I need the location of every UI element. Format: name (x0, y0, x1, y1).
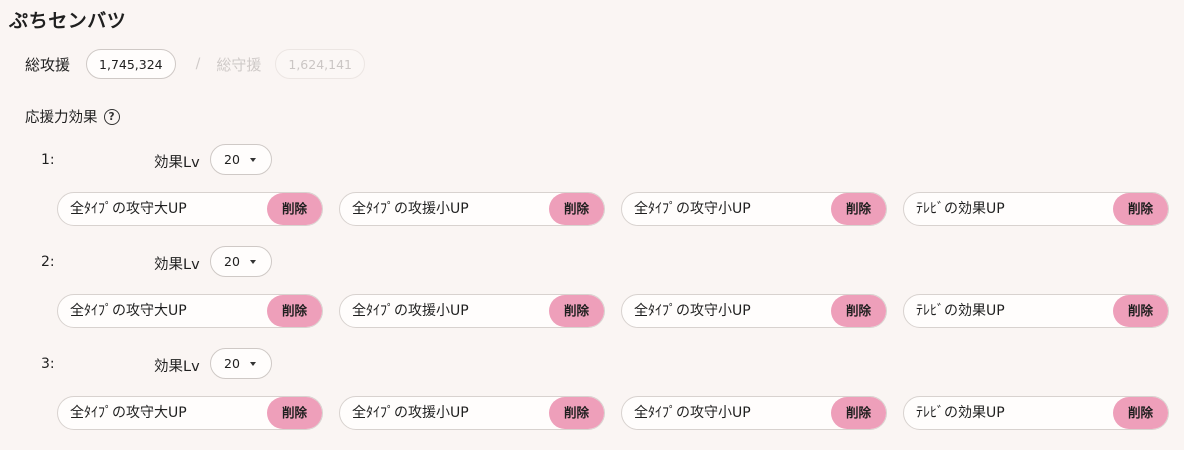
total-attack-label: 総攻援 (25, 55, 71, 74)
effect-name: 全ﾀｲﾌﾟの攻援小UP (352, 405, 469, 421)
delete-button[interactable]: 削除 (549, 193, 604, 225)
delete-button[interactable]: 削除 (267, 193, 322, 225)
totals-row: 総攻援 1,745,324 / 総守援 1,624,141 (25, 48, 365, 80)
total-attack-value: 1,745,324 (86, 49, 176, 79)
group-number: 3: (41, 356, 55, 372)
effect-item: 全ﾀｲﾌﾟの攻援小UP 削除 (339, 192, 605, 226)
delete-button[interactable]: 削除 (1113, 193, 1168, 225)
effect-lv-label: 効果Lv (154, 359, 200, 375)
effect-lv-select[interactable]: 20 (210, 144, 272, 175)
caret-down-icon (250, 260, 256, 264)
effect-item: 全ﾀｲﾌﾟの攻守小UP 削除 (621, 192, 887, 226)
effect-name: 全ﾀｲﾌﾟの攻守小UP (634, 405, 751, 421)
effect-name: 全ﾀｲﾌﾟの攻援小UP (352, 201, 469, 217)
support-effect-heading: 応援力効果 ? (25, 106, 120, 127)
effect-name: ﾃﾚﾋﾞの効果UP (916, 303, 1005, 319)
delete-button[interactable]: 削除 (1113, 397, 1168, 429)
effect-lv-label: 効果Lv (154, 155, 200, 171)
effect-item: 全ﾀｲﾌﾟの攻援小UP 削除 (339, 396, 605, 430)
effect-name: 全ﾀｲﾌﾟの攻守大UP (70, 201, 187, 217)
effect-name: ﾃﾚﾋﾞの効果UP (916, 201, 1005, 217)
effect-lv-value: 20 (224, 152, 240, 167)
effect-item: 全ﾀｲﾌﾟの攻守大UP 削除 (57, 294, 323, 328)
effect-name: 全ﾀｲﾌﾟの攻守小UP (634, 201, 751, 217)
effect-lv-value: 20 (224, 254, 240, 269)
effect-item: ﾃﾚﾋﾞの効果UP 削除 (903, 294, 1169, 328)
delete-button[interactable]: 削除 (549, 295, 604, 327)
delete-button[interactable]: 削除 (267, 295, 322, 327)
effect-item: 全ﾀｲﾌﾟの攻援小UP 削除 (339, 294, 605, 328)
effect-name: 全ﾀｲﾌﾟの攻援小UP (352, 303, 469, 319)
total-defense-value: 1,624,141 (275, 49, 365, 79)
effect-lv-select[interactable]: 20 (210, 348, 272, 379)
effect-item: 全ﾀｲﾌﾟの攻守小UP 削除 (621, 294, 887, 328)
group-number: 2: (41, 254, 55, 270)
effect-item: 全ﾀｲﾌﾟの攻守小UP 削除 (621, 396, 887, 430)
effect-lv-label: 効果Lv (154, 257, 200, 273)
effect-name: 全ﾀｲﾌﾟの攻守大UP (70, 303, 187, 319)
delete-button[interactable]: 削除 (831, 295, 886, 327)
help-circle-icon[interactable]: ? (103, 108, 120, 125)
caret-down-icon (250, 158, 256, 162)
total-defense-label: 総守援 (216, 55, 262, 74)
effect-item: ﾃﾚﾋﾞの効果UP 削除 (903, 192, 1169, 226)
effect-lv-value: 20 (224, 356, 240, 371)
effect-item: ﾃﾚﾋﾞの効果UP 削除 (903, 396, 1169, 430)
effect-item: 全ﾀｲﾌﾟの攻守大UP 削除 (57, 192, 323, 226)
effect-name: 全ﾀｲﾌﾟの攻守小UP (634, 303, 751, 319)
effect-name: 全ﾀｲﾌﾟの攻守大UP (70, 405, 187, 421)
caret-down-icon (250, 362, 256, 366)
delete-button[interactable]: 削除 (549, 397, 604, 429)
effect-item: 全ﾀｲﾌﾟの攻守大UP 削除 (57, 396, 323, 430)
page-title: ぷちセンバツ (9, 10, 127, 32)
delete-button[interactable]: 削除 (267, 397, 322, 429)
delete-button[interactable]: 削除 (831, 397, 886, 429)
effect-name: ﾃﾚﾋﾞの効果UP (916, 405, 1005, 421)
totals-separator: / (195, 56, 201, 72)
group-number: 1: (41, 152, 55, 168)
delete-button[interactable]: 削除 (1113, 295, 1168, 327)
delete-button[interactable]: 削除 (831, 193, 886, 225)
support-effect-title: 応援力効果 (25, 110, 98, 126)
effect-lv-select[interactable]: 20 (210, 246, 272, 277)
